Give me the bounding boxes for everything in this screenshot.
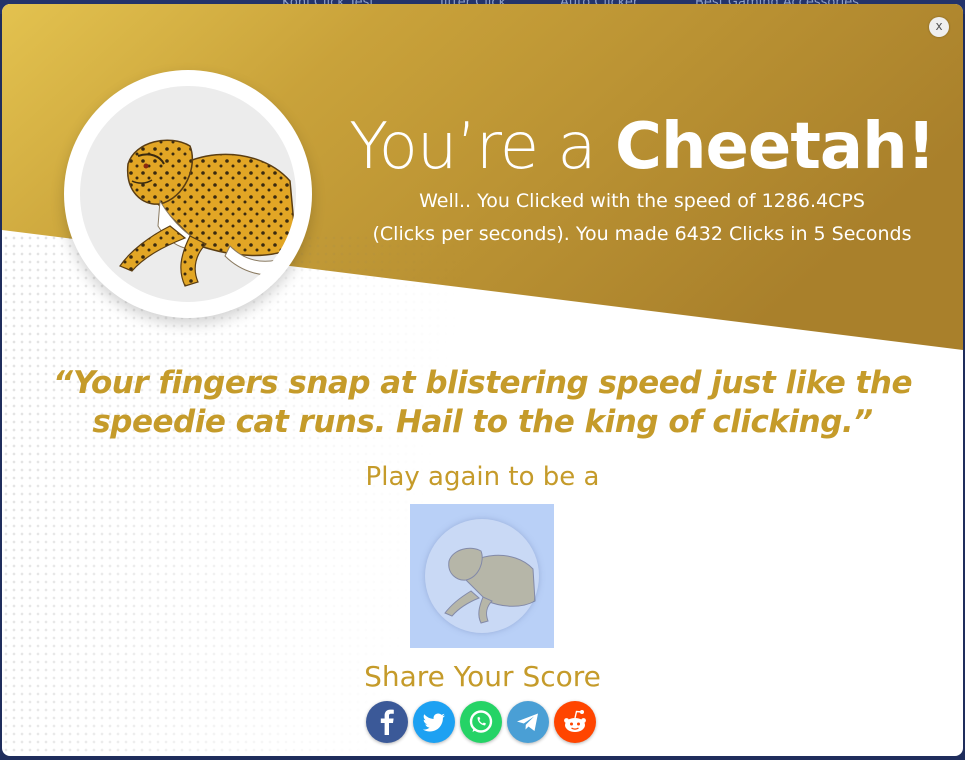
result-line-1: Well.. You Clicked with the speed of 128… xyxy=(419,190,865,212)
headline-animal: Cheetah! xyxy=(614,110,936,184)
next-rank-badge[interactable] xyxy=(410,504,554,648)
whatsapp-icon xyxy=(469,710,493,733)
result-line-2: (Clicks per seconds). You made 6432 Clic… xyxy=(372,223,912,245)
result-modal: x You’re a Cheetah! Well.. You Clicked w… xyxy=(2,4,963,756)
cheetah-icon xyxy=(425,519,539,633)
telegram-icon xyxy=(517,713,538,731)
telegram-share-button[interactable] xyxy=(507,701,549,743)
reddit-share-button[interactable] xyxy=(554,701,596,743)
quote-line-1: “Your fingers snap at blistering speed j… xyxy=(53,365,912,401)
result-headline: You’re a Cheetah! xyxy=(332,110,952,184)
result-quote: “Your fingers snap at blistering speed j… xyxy=(2,364,963,442)
result-avatar xyxy=(64,70,312,318)
cheetah-icon xyxy=(80,86,296,302)
share-title: Share Your Score xyxy=(364,660,601,693)
play-again-text: Play again to be a xyxy=(365,462,600,492)
close-button[interactable]: x xyxy=(929,17,949,37)
twitter-share-button[interactable] xyxy=(413,701,455,743)
share-buttons xyxy=(366,701,606,745)
facebook-share-button[interactable] xyxy=(366,701,408,743)
facebook-icon xyxy=(380,709,394,735)
headline-prefix: You’re a xyxy=(349,110,615,184)
twitter-icon xyxy=(422,713,445,732)
quote-line-2: speedie cat runs. Hail to the king of cl… xyxy=(92,404,873,440)
reddit-icon xyxy=(564,710,586,732)
whatsapp-share-button[interactable] xyxy=(460,701,502,743)
